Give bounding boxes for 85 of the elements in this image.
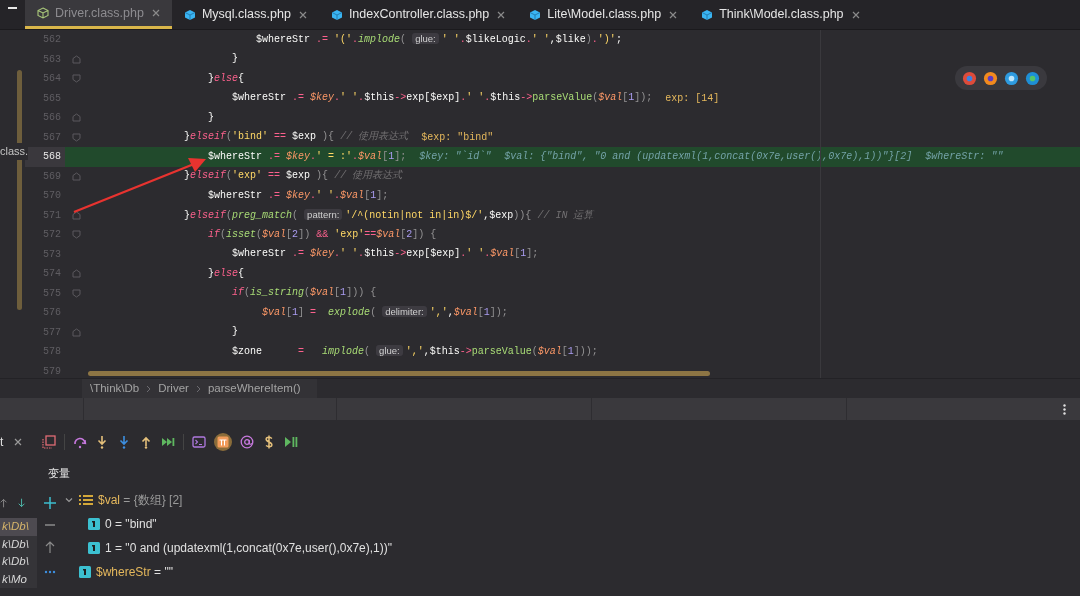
browser-icon[interactable] [1025,70,1040,86]
fold-marker-icon[interactable] [72,269,81,279]
line-number: 568 [25,147,65,167]
stack-frame[interactable]: k\Db\ [0,553,37,571]
variable-entry[interactable]: $val = {数组} [2] [98,491,183,509]
stack-frame[interactable]: k\Db\ [0,518,37,536]
inline-debug-value: $whereStr: "" [925,150,1004,165]
cube-icon [529,8,542,21]
code-line: $whereStr .= $key.' '.$this->exp[$exp].' '.$val[1]; [231,249,539,260]
fold-marker-icon[interactable] [72,171,81,181]
stop-frames-icon[interactable] [42,435,57,449]
code-line: } [207,112,215,123]
code-line: $zone = implode( glue: ',',$this->parseValue($val[1])); [231,346,598,358]
more-options-icon[interactable] [1063,403,1066,415]
fold-marker-icon[interactable] [72,74,81,84]
fold-marker-icon[interactable] [72,288,81,298]
chevron-icon [146,384,152,393]
code-line: $whereStr .= '('.implode( glue: ' '.$likeLogic.' ',$like).')'; [255,34,622,46]
cube-icon [701,8,714,21]
code-line: $val[1] = explode( delimiter: ',',$val[1]); [261,307,508,319]
arrow-down-icon[interactable] [18,496,28,510]
variable-entry[interactable]: 0 = "bind" [105,515,157,533]
fold-marker-icon[interactable] [72,132,81,142]
fold-marker-icon[interactable] [72,327,81,337]
fold-marker-icon[interactable] [72,54,81,64]
close-icon[interactable] [669,10,678,19]
code-line: } [231,54,239,65]
primitive-icon [88,518,100,530]
inline-debug-value: $key: "`id`" [419,150,492,165]
fold-marker-icon[interactable] [72,230,81,240]
code-line: $whereStr .= $key.' = :'.$val[1]; [207,151,407,162]
variable-entry[interactable]: $whereStr = "" [96,563,173,581]
code-line: }elseif(preg_match( pattern: '/^(notin|not in|in)$/',$exp)){ // IN 运算 [183,209,594,221]
breadcrumb-item[interactable]: \Think\Db [90,379,140,398]
variable-entry[interactable]: 1 = "0 and (updatexml(1,concat(0x7e,user(),0x7e),1))" [105,539,392,557]
variables-title: 变量 [48,465,70,481]
code-line: }else{ [207,73,245,84]
editor-tab[interactable]: Mysql.class.php [171,0,319,29]
fold-marker-icon[interactable] [72,210,81,220]
pi-icon [217,436,230,448]
run-to-cursor-icon[interactable] [161,435,176,449]
code-line: $whereStr .= $key.' '.$val[1]; [207,190,389,201]
step-over-icon[interactable] [73,435,88,449]
cube-icon [330,8,343,21]
code-line: } [231,327,239,338]
inline-debug-value: exp: [14] [665,91,720,106]
project-tree-label: class. [0,143,29,160]
editor-tab[interactable]: Lite\Model.class.php [517,0,690,29]
code-line: if(isset($val[2]) && 'exp'==$val[2]) { [207,229,437,240]
breadcrumb-item[interactable]: Driver [158,379,189,398]
stack-frame[interactable]: k\Mo [0,570,37,588]
arrow-up-icon[interactable] [0,496,10,510]
stack-frame[interactable]: k\Db\ [0,535,37,553]
evaluate-button[interactable] [214,433,233,451]
close-icon[interactable] [298,10,307,19]
primitive-icon [88,542,100,554]
list-icon [79,494,93,506]
terminal-icon[interactable] [192,435,207,449]
code-line: if(is_string($val[1])) { [231,288,377,299]
debug-tab[interactable]: t [0,433,4,451]
editor-tab[interactable]: IndexController.class.php [318,0,518,29]
code-line: }elseif('bind' == $exp ){ // 使用表达式 [183,132,409,143]
horizontal-scrollbar-thumb[interactable] [88,371,710,376]
inline-debug-value: $exp: "bind" [421,130,494,145]
close-icon[interactable] [14,438,23,446]
inline-debug-value: $val: {"bind", "0 and (updatexml(1,concat(0x7e,user(),0x7e),1))"}[2] [504,150,913,165]
add-icon[interactable] [42,496,57,510]
chevron-icon[interactable] [64,495,74,505]
editor-tab[interactable]: Think\Model.class.php [689,0,872,29]
cube-icon [37,7,49,19]
primitive-icon [79,566,91,578]
resume-icon[interactable] [284,435,299,449]
close-icon[interactable] [851,10,860,19]
code-line: $whereStr .= $key.' '.$this->exp[$exp].' '.$this->parseValue($val[1]); [231,93,653,104]
code-line: }elseif('exp' == $exp ){ // 使用表达式 [183,171,403,182]
browser-icon[interactable] [1004,70,1019,86]
close-icon[interactable] [497,10,506,19]
breadcrumb-item[interactable]: parseWhereItem() [207,379,301,398]
code-line: }else{ [207,268,245,279]
close-icon[interactable] [151,9,160,17]
chevron-icon [195,384,201,393]
cube-icon [183,8,196,21]
fold-marker-icon[interactable] [72,113,81,123]
at-sign-icon[interactable] [240,435,255,449]
browser-icon[interactable] [983,70,998,86]
